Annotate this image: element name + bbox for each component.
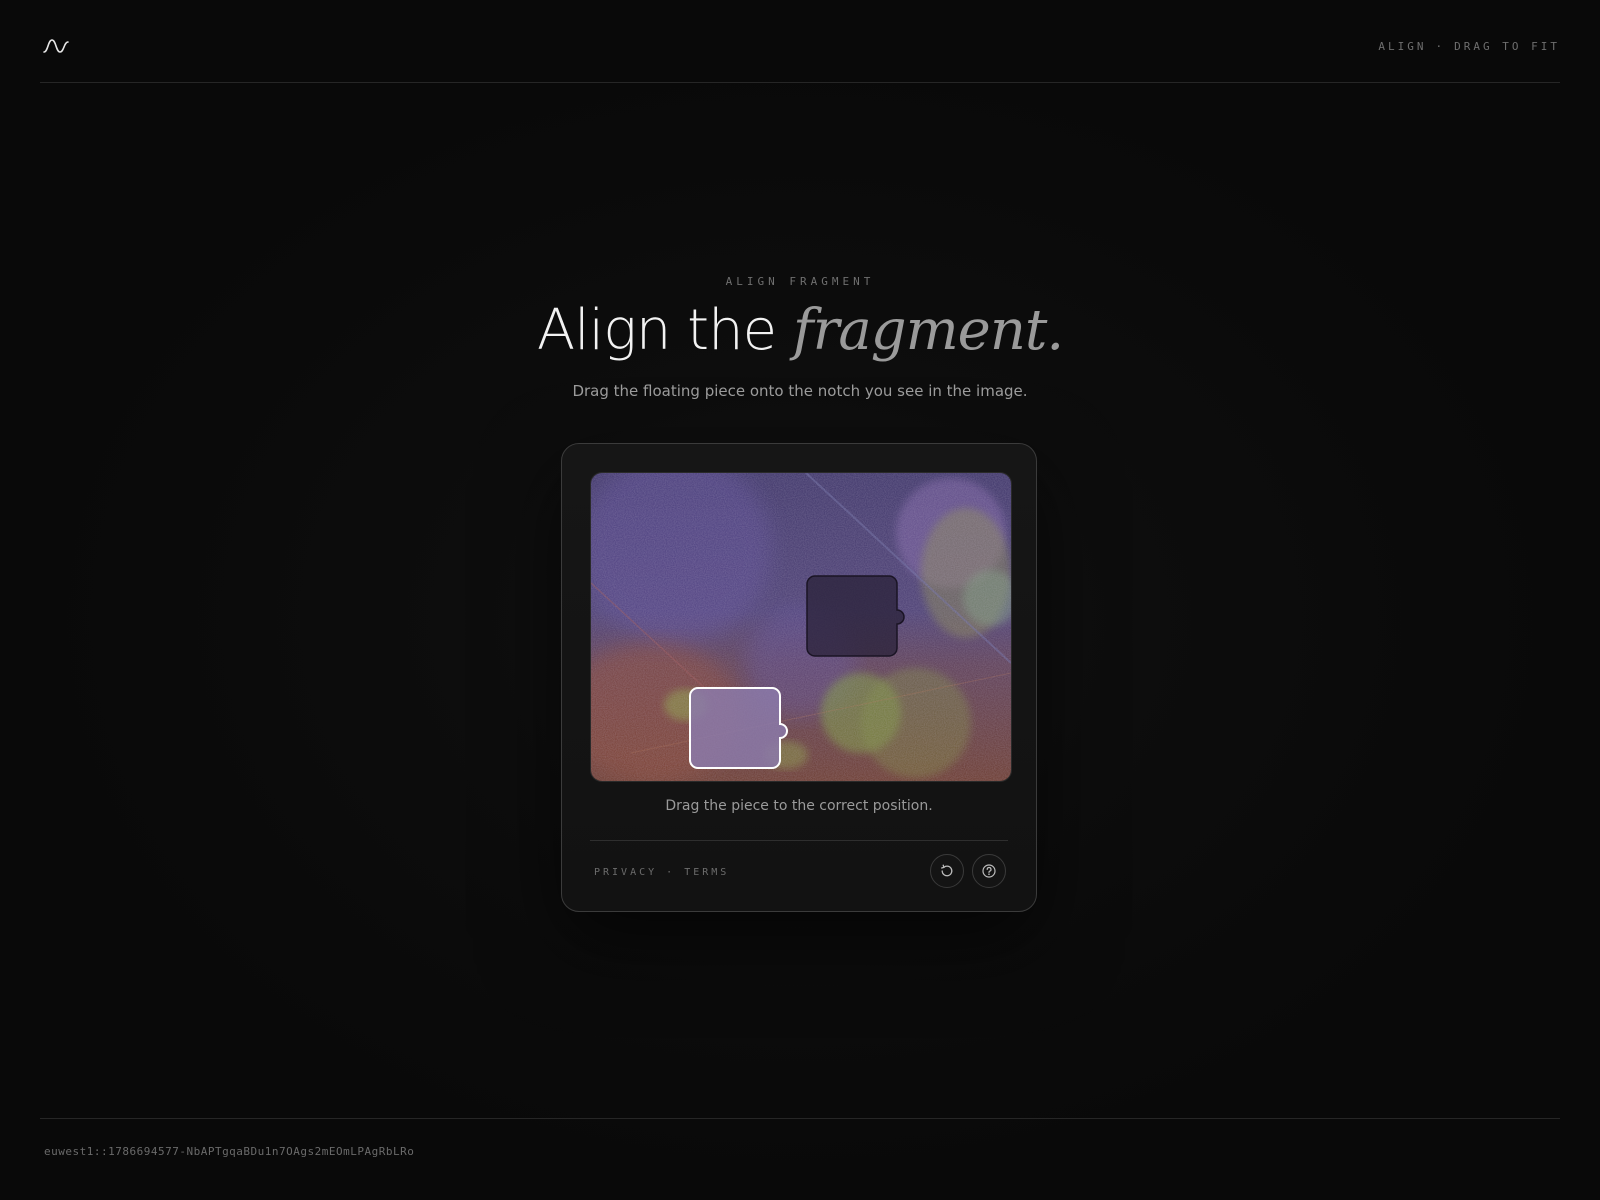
header-meta: ALIGN · DRAG TO FIT <box>1378 40 1560 53</box>
help-icon <box>982 864 996 878</box>
header-meta-mode: ALIGN <box>1378 40 1427 53</box>
card-divider <box>590 840 1008 841</box>
page-title-main: Align the <box>536 298 793 363</box>
header-meta-separator: · <box>1435 40 1446 53</box>
header-meta-hint: DRAG TO FIT <box>1454 40 1560 53</box>
puzzle-notch <box>806 575 905 657</box>
puzzle-image <box>590 472 1012 782</box>
session-id: euwest1::1786694577-NbAPTgqaBDu1n7OAgs2m… <box>44 1145 415 1158</box>
draggable-piece[interactable] <box>689 687 788 769</box>
refresh-icon <box>941 864 953 877</box>
privacy-link[interactable]: PRIVACY <box>594 867 657 878</box>
refresh-button[interactable] <box>930 854 964 888</box>
help-button[interactable] <box>972 854 1006 888</box>
page-title: Align the fragment. <box>0 298 1600 363</box>
captcha-card: Drag the piece to the correct position. … <box>561 443 1037 912</box>
top-bar: ALIGN · DRAG TO FIT <box>40 0 1560 83</box>
page-title-accent: fragment. <box>792 298 1064 363</box>
page-subtitle: Drag the floating piece onto the notch y… <box>572 382 1028 400</box>
puzzle-instruction: Drag the piece to the correct position. <box>665 798 933 814</box>
footer-divider <box>40 1118 1560 1119</box>
eyebrow-label: ALIGN FRAGMENT <box>725 275 875 288</box>
wave-logo-icon[interactable] <box>42 36 70 56</box>
terms-link[interactable]: TERMS <box>684 867 729 878</box>
links-separator: · <box>666 867 676 878</box>
card-links: PRIVACY · TERMS <box>594 867 729 878</box>
